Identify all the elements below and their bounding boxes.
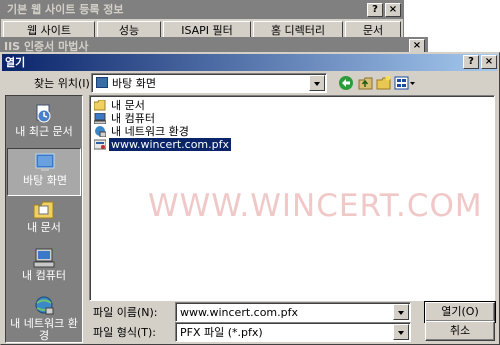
look-in-label: 찾는 위치(I):	[34, 77, 94, 90]
my-documents-folder-icon	[33, 201, 54, 219]
list-item[interactable]: 내 문서	[94, 99, 147, 112]
desktop-small-icon	[96, 77, 108, 88]
site-properties-titlebar: 기본 웹 사이트 등록 정보	[1, 1, 403, 19]
back-button[interactable]	[337, 74, 355, 92]
view-grid-icon	[394, 76, 415, 90]
filename-input[interactable]: www.wincert.com.pfx	[175, 302, 411, 322]
open-button[interactable]: 열기(O)	[424, 301, 496, 323]
place-desktop[interactable]: 바탕 화면	[7, 148, 81, 196]
list-item-selected[interactable]: www.wincert.com.pfx	[94, 138, 232, 151]
cancel-button[interactable]: 취소	[425, 321, 495, 341]
up-folder-button[interactable]	[357, 74, 375, 92]
open-file-dialog: 열기 ? × 찾는 위치(I): 바탕 화면 내 최근 문서 바탕 화면 내 문…	[0, 52, 500, 345]
filename-label: 파일 이름(N):	[93, 306, 158, 319]
filename-value: www.wincert.com.pfx	[180, 306, 299, 319]
filetype-label: 파일 형식(T):	[93, 326, 156, 339]
place-recent-documents[interactable]: 내 최근 문서	[7, 100, 81, 148]
place-network[interactable]: 내 네트워크 환경	[7, 292, 81, 342]
help-button[interactable]: ?	[367, 3, 383, 17]
place-label: 내 최근 문서	[15, 125, 73, 138]
filetype-dropdown[interactable]: PFX 파일 (*.pfx)	[175, 322, 411, 342]
network-places-icon	[35, 296, 54, 315]
my-computer-icon	[33, 248, 55, 268]
place-label: 내 네트워크 환경	[10, 317, 78, 342]
back-arrow-icon	[339, 76, 353, 90]
look-in-dropdown[interactable]: 바탕 화면	[91, 73, 327, 93]
wizard-close-button[interactable]: ×	[409, 39, 425, 53]
file-name: 내 네트워크 환경	[111, 125, 189, 138]
certificate-file-icon	[94, 139, 106, 150]
close-button[interactable]: ×	[385, 3, 401, 17]
folder-icon	[94, 100, 106, 111]
place-my-computer[interactable]: 내 컴퓨터	[7, 244, 81, 292]
filetype-value: PFX 파일 (*.pfx)	[180, 326, 263, 339]
place-label: 내 컴퓨터	[22, 269, 66, 282]
file-name: www.wincert.com.pfx	[109, 138, 232, 151]
look-in-value: 바탕 화면	[112, 77, 156, 90]
desktop-icon	[35, 153, 55, 171]
computer-icon	[94, 113, 106, 124]
new-folder-icon	[376, 75, 391, 90]
dialog-close-button[interactable]: ×	[481, 55, 497, 69]
places-bar: 내 최근 문서 바탕 화면 내 문서 내 컴퓨터 내 네트워크 환경	[5, 95, 83, 343]
file-name: 내 문서	[111, 99, 145, 112]
place-label: 내 문서	[27, 221, 61, 234]
network-icon	[95, 126, 106, 137]
list-item[interactable]: 내 컴퓨터	[94, 112, 157, 125]
place-label: 바탕 화면	[23, 174, 67, 187]
new-folder-button[interactable]	[375, 74, 393, 92]
chevron-down-icon[interactable]	[309, 75, 325, 91]
place-my-documents[interactable]: 내 문서	[7, 196, 81, 244]
open-dialog-titlebar: 열기	[2, 54, 498, 71]
chevron-down-icon[interactable]	[393, 304, 409, 320]
dialog-help-button[interactable]: ?	[463, 55, 479, 69]
view-menu-button[interactable]	[393, 74, 417, 92]
watermark-text: WWW.WINCERT.COM	[148, 188, 483, 224]
file-name: 내 컴퓨터	[111, 112, 155, 125]
up-folder-icon	[358, 77, 373, 90]
recent-documents-icon	[36, 104, 51, 123]
file-list[interactable]: WWW.WINCERT.COM 내 문서 내 컴퓨터 내 네트워크 환경 www…	[89, 95, 495, 301]
list-item[interactable]: 내 네트워크 환경	[94, 125, 191, 138]
chevron-down-icon[interactable]	[393, 324, 409, 340]
site-properties-window: 기본 웹 사이트 등록 정보 ? × 웹 사이트 성능 ISAPI 필터 홈 디…	[0, 0, 404, 40]
